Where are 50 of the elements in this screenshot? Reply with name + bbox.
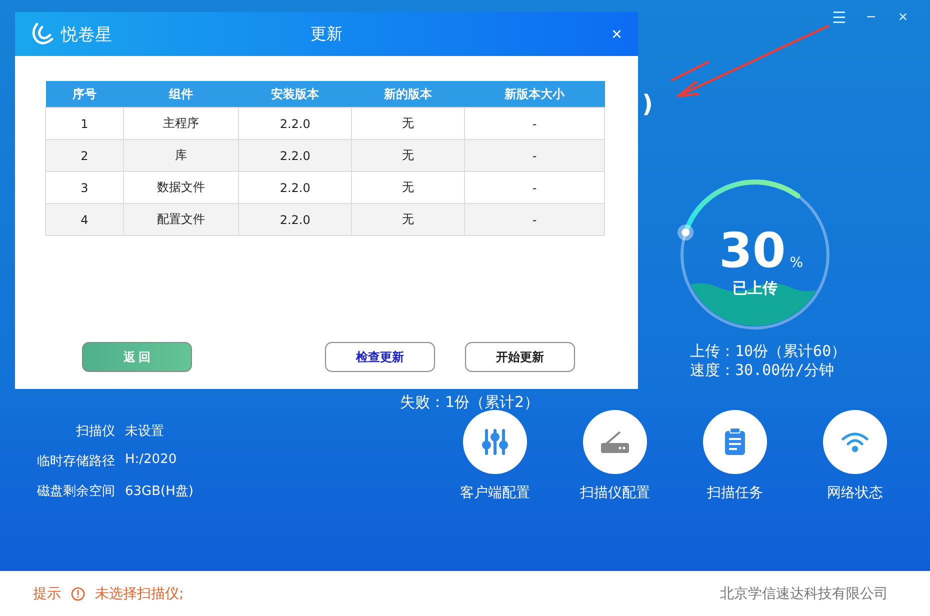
action-label[interactable]: 客户端配置 [460,484,530,502]
gauge-value: 30 [718,225,786,277]
table-cell: 配置文件 [124,204,239,236]
table-cell: 无 [352,140,464,172]
company-name: 北京学信速达科技有限公司 [720,584,888,602]
info-label: 临时存储路径 [36,453,115,470]
action-label[interactable]: 扫描任务 [707,484,763,502]
table-cell: 2.2.0 [238,204,352,236]
table-cell: - [464,140,604,172]
column-header: 组件 [124,81,239,108]
column-header: 安装版本 [238,81,352,108]
info-value: H:/2020 [125,452,178,469]
hint-label: 提示 [33,584,61,602]
app-name: 悦卷星 [61,24,112,46]
window-control-button[interactable]: ☰ [826,0,852,36]
info-label: 扫描仪 [75,423,115,440]
table-cell: 无 [352,204,464,236]
gauge-unit: % [790,255,804,271]
table-cell: 2.2.0 [238,140,352,172]
warning-icon [71,586,85,600]
table-cell: 2 [46,140,124,172]
window-control-button[interactable]: − [858,0,884,36]
table-cell: - [464,108,604,140]
close-button[interactable]: × [609,24,624,44]
clipboard-icon [724,428,746,456]
column-header: 新版本大小 [464,81,604,108]
wifi-icon [841,431,869,453]
column-header: 序号 [46,81,124,108]
column-header: 新的版本 [352,81,464,108]
info-value: 63GB(H盘) [125,483,194,500]
upload-stat: 上传：10份（累计60） [690,342,846,361]
sliders-icon [480,427,510,457]
start-button[interactable]: 开始更新 [465,342,575,372]
info-value: 未设置 [125,423,165,440]
info-label: 磁盘剩余空间 [36,483,115,500]
partial-text: ) [642,90,653,118]
dialog-title: 更新 [310,24,344,44]
table-cell: 1 [46,108,124,140]
table-cell: - [464,204,604,236]
table-cell: 库 [124,140,239,172]
check-button[interactable]: 检查更新 [325,342,435,372]
window-control-button[interactable]: × [890,0,916,36]
status-message: 未选择扫描仪; [95,584,184,602]
table-cell: 4 [46,204,124,236]
failed-count: 失败：1份（累计2） [400,393,540,412]
upload-stat: 速度：30.00份/分钟 [690,361,836,380]
action-label[interactable]: 扫描仪配置 [580,484,650,502]
action-label[interactable]: 网络状态 [827,484,883,502]
gauge-caption: 已上传 [732,279,778,298]
router-icon [600,430,630,454]
